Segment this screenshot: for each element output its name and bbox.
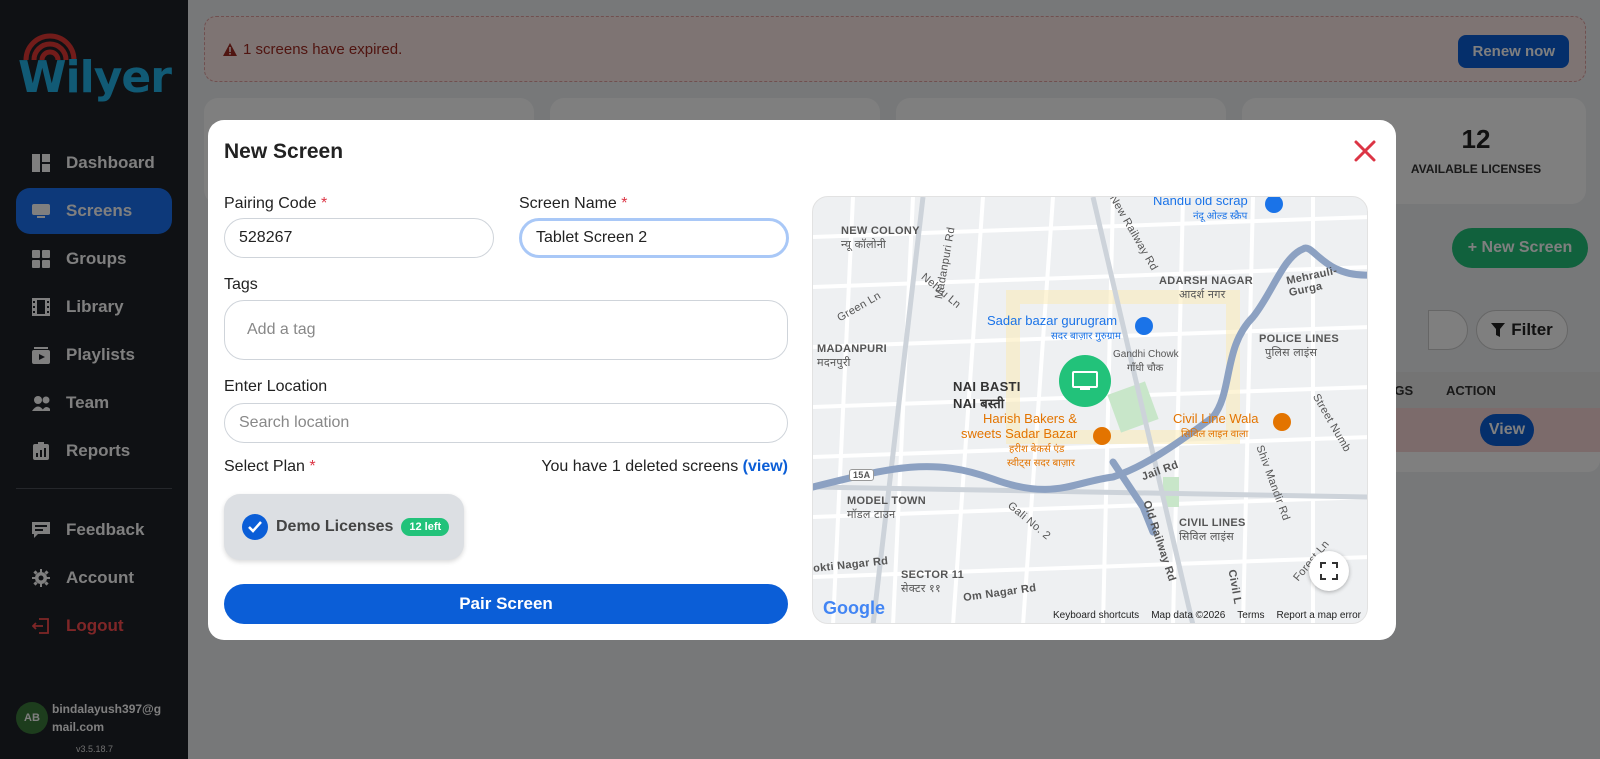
- highway-shield: 15A: [849, 469, 875, 481]
- map-label-civil-lines: CIVIL LINES सिविल लाइंस: [1179, 517, 1246, 543]
- plan-option-demo[interactable]: Demo Licenses 12 left: [224, 494, 464, 560]
- poi-gandhi-chowk[interactable]: Gandhi Chowk गाँधी चौक: [1113, 349, 1179, 374]
- poi-harish-bakers[interactable]: Harish Bakers & sweets Sadar Bazar हरीश बे…: [961, 411, 1077, 469]
- pairing-code-label: Pairing Code *: [224, 195, 328, 212]
- pairing-code-input[interactable]: 528267: [224, 218, 494, 258]
- map-label-nai-basti: NAI BASTI NAI बस्ती: [953, 379, 1021, 411]
- expand-icon: [1320, 562, 1338, 580]
- map-data-text: Map data ©2026: [1151, 610, 1226, 621]
- restaurant-pin-icon[interactable]: [1093, 427, 1111, 445]
- fullscreen-button[interactable]: [1309, 551, 1349, 591]
- new-screen-modal: New Screen Pairing Code * 528267 Screen …: [208, 120, 1396, 640]
- location-label: Enter Location: [224, 378, 328, 395]
- tv-icon: [1072, 371, 1098, 390]
- modal-title: New Screen: [224, 140, 344, 163]
- plan-name: Demo Licenses: [276, 518, 394, 535]
- poi-sadar-bazar[interactable]: Sadar bazar gurugram सदर बाज़ार गुरुग्राम: [987, 313, 1121, 342]
- view-deleted-link[interactable]: (view): [743, 458, 788, 475]
- licenses-left-badge: 12 left: [401, 518, 450, 536]
- report-map-error-link[interactable]: Report a map error: [1277, 610, 1361, 621]
- terms-link[interactable]: Terms: [1237, 610, 1264, 621]
- google-logo: Google: [823, 598, 885, 618]
- restaurant-pin-icon[interactable]: [1273, 413, 1291, 431]
- map-footer: Keyboard shortcuts Map data ©2026 Terms …: [1053, 610, 1361, 621]
- map-roads: [813, 197, 1367, 623]
- poi-nandu-old-scrap[interactable]: Nandu old scrap नंदू ओल्ड स्क्रैप: [1153, 197, 1248, 222]
- pair-screen-button[interactable]: Pair Screen: [224, 584, 788, 624]
- map-label-police-lines: POLICE LINES पुलिस लाइंस: [1259, 333, 1339, 359]
- location-map[interactable]: NEW COLONY न्यू कॉलोनी ADARSH NAGAR आदर्श …: [812, 196, 1368, 624]
- map-label-model-town: MODEL TOWN मॉडल टाउन: [847, 495, 926, 521]
- keyboard-shortcuts-link[interactable]: Keyboard shortcuts: [1053, 610, 1139, 621]
- map-label-new-colony: NEW COLONY न्यू कॉलोनी: [841, 225, 920, 251]
- deleted-screens-note: You have 1 deleted screens (view): [541, 458, 788, 475]
- close-icon[interactable]: [1352, 138, 1378, 164]
- tags-input[interactable]: Add a tag: [224, 300, 788, 360]
- map-label-adarsh-nagar: ADARSH NAGAR आदर्श नगर: [1159, 275, 1254, 301]
- poi-civil-line-wala[interactable]: Civil Line Wala सिविल लाइन वाला: [1173, 411, 1259, 440]
- check-icon: [242, 514, 268, 540]
- screen-name-input[interactable]: Tablet Screen 2: [519, 218, 789, 258]
- location-search-input[interactable]: Search location: [224, 403, 788, 443]
- screen-name-label: Screen Name *: [519, 195, 628, 212]
- shopping-pin-icon[interactable]: [1135, 317, 1153, 335]
- select-plan-label: Select Plan *: [224, 458, 316, 475]
- map-label-sector-11: SECTOR 11 सेक्टर ११: [901, 569, 965, 595]
- screen-location-marker[interactable]: [1059, 355, 1111, 407]
- map-label-madanpuri: MADANPURI मदनपुरी: [817, 343, 887, 369]
- tags-label: Tags: [224, 276, 258, 293]
